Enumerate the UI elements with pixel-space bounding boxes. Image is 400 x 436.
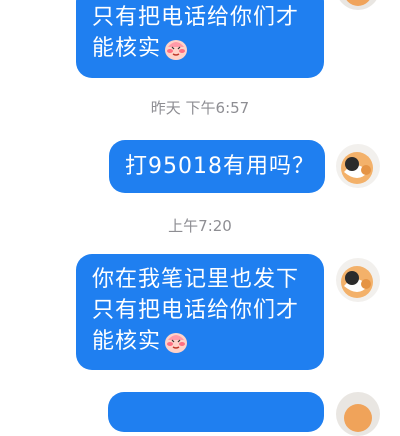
avatar[interactable] [336,0,380,10]
message-text-line: 只有把电话给你们才 [92,298,300,323]
message-bubble[interactable]: 打95018有用吗？ [109,140,325,193]
shy-blushing-face-icon [163,328,189,363]
message-bubble[interactable]: 你在我笔记里也发下 只有把电话给你们才 能核实 [76,254,324,370]
avatar[interactable] [336,144,380,188]
timestamp: 上午7:20 [168,217,232,235]
message-text-line: 你在我笔记里也发下 [92,267,300,292]
message-bubble[interactable]: 只有把电话给你们才 能核实 [76,0,324,78]
avatar[interactable] [336,258,380,302]
message-bubble[interactable] [108,392,324,432]
message-text-line: 只有把电话给你们才 [92,5,300,30]
message-text-line: 能核实 [92,329,162,354]
shy-blushing-face-icon [163,35,189,70]
timestamp: 昨天 下午6:57 [150,99,250,117]
message-text-line: 打95018有用吗？ [125,154,315,179]
message-text-line: 能核实 [92,36,162,61]
avatar[interactable] [336,392,380,436]
